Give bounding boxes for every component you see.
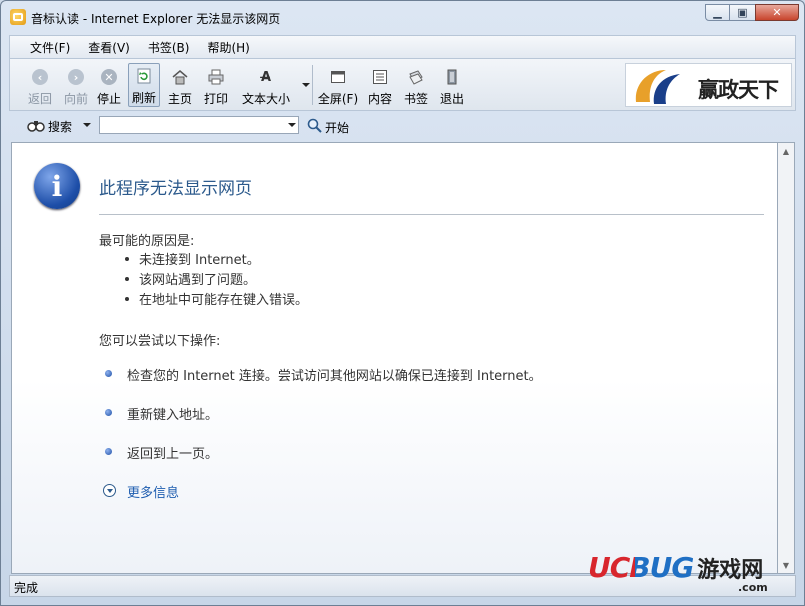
more-info-link[interactable]: 更多信息 <box>127 482 179 501</box>
menu-help[interactable]: 帮助(H) <box>207 39 249 56</box>
search-label: 搜索 <box>48 120 73 134</box>
error-page: i 此程序无法显示网页 最可能的原因是: 未连接到 Internet。 该网站遇… <box>11 142 778 574</box>
exit-label: 退出 <box>439 92 464 106</box>
scroll-down-icon[interactable]: ▼ <box>778 557 794 573</box>
error-heading: 此程序无法显示网页 <box>99 179 252 199</box>
title-bar: 音标认读 - Internet Explorer 无法显示该网页 ▁ ▣ ✕ <box>1 1 804 33</box>
home-icon <box>171 68 189 86</box>
minimize-icon: ▁ <box>713 6 722 19</box>
close-icon: ✕ <box>772 6 782 19</box>
search-provider-dropdown-icon[interactable] <box>83 123 91 127</box>
vertical-scrollbar[interactable]: ▲ ▼ <box>778 142 795 574</box>
magnifier-icon <box>307 118 322 136</box>
print-label: 打印 <box>203 92 228 106</box>
contents-label: 内容 <box>367 92 392 106</box>
text-size-label: 文本大小 <box>241 92 290 106</box>
contents-icon <box>371 68 389 86</box>
home-label: 主页 <box>167 92 192 106</box>
search-history-dropdown-icon[interactable] <box>288 123 296 127</box>
brand-logo: 赢政天下 <box>625 63 792 107</box>
bookmarks-label: 书签 <box>403 92 428 106</box>
refresh-icon <box>135 67 153 85</box>
causes-title: 最可能的原因是: <box>99 234 195 249</box>
expand-chevron-icon[interactable] <box>103 484 116 497</box>
menu-bar: 文件(F) 查看(V) 书签(B) 帮助(H) <box>9 35 796 59</box>
action-bullet-icon <box>105 370 112 377</box>
action-bullet-icon <box>105 448 112 455</box>
browser-window: 音标认读 - Internet Explorer 无法显示该网页 ▁ ▣ ✕ 文… <box>0 0 805 606</box>
stop-button[interactable]: ✕ 停止 <box>94 63 124 107</box>
fullscreen-label: 全屏(F) <box>317 92 359 106</box>
bullet-icon <box>125 277 129 281</box>
maximize-button[interactable]: ▣ <box>730 4 755 21</box>
cause-item: 未连接到 Internet。 <box>139 253 260 268</box>
action-bullet-icon <box>105 409 112 416</box>
action-item: 返回到上一页。 <box>127 447 219 462</box>
scroll-up-icon[interactable]: ▲ <box>778 143 794 159</box>
minimize-button[interactable]: ▁ <box>705 4 730 21</box>
fullscreen-button[interactable]: 全屏(F) <box>316 63 360 107</box>
binoculars-icon <box>27 118 45 135</box>
window-title: 音标认读 - Internet Explorer 无法显示该网页 <box>31 12 281 26</box>
toolbar: ‹ 返回 › 向前 ✕ 停止 刷新 主页 打印 A̶ 文本大小 全屏(F) 内容… <box>9 59 796 111</box>
contents-button[interactable]: 内容 <box>364 63 396 107</box>
watermark-cn: 游戏网 <box>697 557 764 583</box>
maximize-icon: ▣ <box>737 6 748 19</box>
stop-icon: ✕ <box>100 68 118 86</box>
toolbar-separator <box>312 65 313 105</box>
cause-item: 该网站遇到了问题。 <box>139 273 257 288</box>
back-label: 返回 <box>27 92 52 106</box>
status-text: 完成 <box>14 581 39 595</box>
logo-swoosh-icon <box>635 70 680 104</box>
exit-button[interactable]: 退出 <box>436 63 468 107</box>
menu-view[interactable]: 查看(V) <box>88 39 130 56</box>
watermark-domain: .com <box>738 581 768 594</box>
close-button[interactable]: ✕ <box>755 4 799 21</box>
home-button[interactable]: 主页 <box>164 63 196 107</box>
bookmark-icon <box>407 68 425 86</box>
action-item: 重新键入地址。 <box>127 408 219 423</box>
action-item: 检查您的 Internet 连接。尝试访问其他网站以确保已连接到 Interne… <box>127 369 542 384</box>
stop-label: 停止 <box>96 92 121 106</box>
text-size-icon: A̶ <box>260 69 272 85</box>
app-icon <box>10 9 26 25</box>
printer-icon <box>207 68 225 86</box>
watermark-brand: UCBUG <box>588 551 694 584</box>
bullet-icon <box>125 257 129 261</box>
back-button[interactable]: ‹ 返回 <box>22 63 58 107</box>
text-size-button[interactable]: A̶ 文本大小 <box>238 63 294 107</box>
menu-file[interactable]: 文件(F) <box>30 39 70 56</box>
menu-bookmarks[interactable]: 书签(B) <box>148 39 190 56</box>
watermark: UCBUG 游戏网 .com <box>588 551 768 594</box>
window-controls: ▁ ▣ ✕ <box>705 4 799 22</box>
refresh-button[interactable]: 刷新 <box>128 63 160 107</box>
heading-divider <box>99 214 764 215</box>
cause-item: 在地址中可能存在键入错误。 <box>139 293 309 308</box>
back-arrow-icon: ‹ <box>31 68 49 86</box>
search-button[interactable]: 搜索 <box>27 118 72 135</box>
search-go-label: 开始 <box>325 120 350 135</box>
search-bar: 搜索 开始 <box>9 113 796 139</box>
fullscreen-icon <box>329 68 347 86</box>
print-button[interactable]: 打印 <box>200 63 232 107</box>
logo-text: 赢政天下 <box>698 77 779 102</box>
forward-button[interactable]: › 向前 <box>58 63 94 107</box>
exit-door-icon <box>443 68 461 86</box>
search-go-button[interactable]: 开始 <box>307 118 349 136</box>
bookmarks-button[interactable]: 书签 <box>400 63 432 107</box>
refresh-label: 刷新 <box>131 91 156 105</box>
forward-arrow-icon: › <box>67 68 85 86</box>
actions-title: 您可以尝试以下操作: <box>99 334 221 349</box>
bullet-icon <box>125 297 129 301</box>
forward-label: 向前 <box>63 92 88 106</box>
search-input[interactable] <box>99 116 299 134</box>
text-size-dropdown-icon[interactable] <box>302 83 310 87</box>
info-icon: i <box>34 163 80 209</box>
